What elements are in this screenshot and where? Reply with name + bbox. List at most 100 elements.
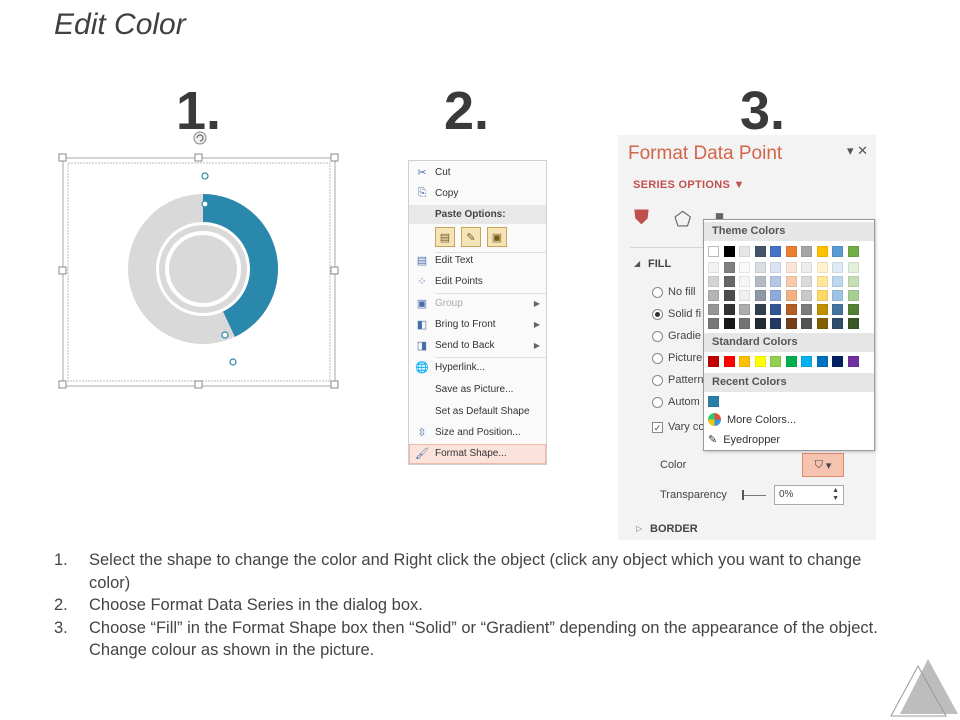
theme-color-swatch[interactable]	[708, 304, 719, 315]
menu-item-bring-to-front[interactable]: ◧ Bring to Front ▶	[409, 315, 546, 334]
theme-color-swatch[interactable]	[754, 262, 766, 273]
theme-color-swatch[interactable]	[754, 246, 766, 257]
menu-item-format-shape[interactable]: 🖌 Format Shape...	[409, 444, 546, 463]
theme-color-swatch[interactable]	[739, 318, 750, 329]
standard-color-swatch[interactable]	[708, 356, 719, 367]
theme-color-swatch[interactable]	[816, 304, 828, 315]
theme-color-swatch[interactable]	[770, 276, 781, 287]
theme-color-swatch[interactable]	[847, 246, 859, 257]
theme-color-swatch[interactable]	[723, 318, 735, 329]
theme-color-swatch[interactable]	[801, 276, 812, 287]
fill-option-no-fill[interactable]: No fill	[652, 286, 696, 298]
theme-color-swatch[interactable]	[832, 318, 843, 329]
theme-color-swatch[interactable]	[770, 262, 781, 273]
fill-option-automatic[interactable]: Autom	[652, 396, 700, 408]
color-picker-button[interactable]: ⛉ ▾	[802, 453, 844, 477]
radio[interactable]	[652, 352, 663, 364]
menu-item-set-default-shape[interactable]: Set as Default Shape	[409, 402, 546, 421]
menu-item-send-to-back[interactable]: ◨ Send to Back ▶	[409, 336, 546, 355]
menu-item-save-as-picture[interactable]: Save as Picture...	[409, 380, 546, 399]
radio[interactable]	[652, 286, 663, 298]
donut-chart[interactable]	[58, 132, 340, 390]
theme-color-swatch[interactable]	[785, 246, 797, 257]
theme-color-swatch[interactable]	[785, 290, 797, 301]
series-options-dropdown[interactable]: SERIES OPTIONS ▼	[633, 179, 745, 191]
theme-color-swatch[interactable]	[723, 246, 735, 257]
theme-color-swatch[interactable]	[816, 276, 828, 287]
theme-color-swatch[interactable]	[801, 318, 812, 329]
theme-color-swatch[interactable]	[708, 246, 719, 257]
standard-color-swatch[interactable]	[723, 356, 735, 367]
collapse-icon[interactable]: ◢	[634, 259, 640, 268]
theme-color-swatch[interactable]	[847, 318, 859, 329]
theme-color-swatch[interactable]	[770, 304, 781, 315]
theme-color-swatch[interactable]	[785, 318, 797, 329]
expand-icon[interactable]: ▷	[636, 524, 642, 533]
standard-color-swatch[interactable]	[785, 356, 797, 367]
transparency-slider-handle[interactable]	[742, 490, 744, 500]
recent-color-swatch[interactable]	[708, 396, 719, 407]
fill-option-gradient[interactable]: Gradie	[652, 330, 701, 342]
theme-color-swatch[interactable]	[723, 290, 735, 301]
donut-selection-panel[interactable]	[58, 132, 340, 390]
standard-color-swatch[interactable]	[816, 356, 828, 367]
theme-color-swatch[interactable]	[739, 262, 750, 273]
theme-color-swatch[interactable]	[832, 262, 843, 273]
standard-color-swatch[interactable]	[754, 356, 766, 367]
theme-color-swatch[interactable]	[754, 290, 766, 301]
theme-color-swatch[interactable]	[723, 276, 735, 287]
paste-keep-formatting-icon[interactable]: ✎	[461, 227, 481, 247]
theme-color-swatch[interactable]	[816, 246, 828, 257]
theme-color-swatch[interactable]	[801, 304, 812, 315]
fill-option-solid[interactable]: Solid fi	[652, 308, 701, 320]
theme-color-swatch[interactable]	[770, 290, 781, 301]
theme-color-swatch[interactable]	[754, 318, 766, 329]
menu-item-hyperlink[interactable]: 🌐 Hyperlink...	[409, 358, 546, 377]
radio[interactable]	[652, 396, 663, 408]
theme-color-swatch[interactable]	[816, 318, 828, 329]
theme-color-swatch[interactable]	[708, 276, 719, 287]
standard-color-swatch[interactable]	[801, 356, 812, 367]
theme-color-swatch[interactable]	[708, 318, 719, 329]
theme-color-swatch[interactable]	[739, 290, 750, 301]
theme-color-swatch[interactable]	[832, 246, 843, 257]
theme-color-swatch[interactable]	[801, 246, 812, 257]
theme-color-swatch[interactable]	[847, 262, 859, 273]
border-section-header[interactable]: BORDER	[650, 523, 698, 535]
theme-color-swatch[interactable]	[801, 290, 812, 301]
menu-item-edit-text[interactable]: ▤ Edit Text	[409, 251, 546, 270]
fill-section-header[interactable]: FILL	[648, 258, 671, 270]
transparency-input[interactable]: 0% ▲ ▼	[774, 485, 844, 505]
effects-tab-icon[interactable]: ⬠	[674, 207, 691, 232]
radio[interactable]	[652, 374, 663, 386]
theme-color-swatch[interactable]	[785, 276, 797, 287]
standard-color-swatch[interactable]	[739, 356, 750, 367]
standard-color-swatch[interactable]	[770, 356, 781, 367]
theme-color-swatch[interactable]	[754, 304, 766, 315]
theme-color-swatch[interactable]	[785, 304, 797, 315]
theme-color-swatch[interactable]	[754, 276, 766, 287]
theme-color-swatch[interactable]	[739, 246, 750, 257]
more-colors-item[interactable]: More Colors...	[708, 413, 796, 426]
theme-color-swatch[interactable]	[739, 276, 750, 287]
eyedropper-item[interactable]: ✎ Eyedropper	[708, 433, 780, 447]
theme-color-swatch[interactable]	[832, 290, 843, 301]
theme-color-swatch[interactable]	[770, 246, 781, 257]
theme-color-swatch[interactable]	[832, 276, 843, 287]
pane-close-controls[interactable]: ▾ ✕	[847, 143, 868, 159]
theme-color-swatch[interactable]	[816, 262, 828, 273]
theme-color-swatch[interactable]	[847, 290, 859, 301]
theme-color-swatch[interactable]	[785, 262, 797, 273]
menu-item-cut[interactable]: ✂ Cut	[409, 163, 546, 182]
theme-color-swatch[interactable]	[832, 304, 843, 315]
rotate-icon[interactable]	[190, 128, 210, 148]
paste-picture-icon[interactable]: ▣	[487, 227, 507, 247]
fill-line-tab-icon[interactable]: ⛊	[634, 207, 649, 230]
theme-color-swatch[interactable]	[723, 262, 735, 273]
theme-color-swatch[interactable]	[816, 290, 828, 301]
standard-color-swatch[interactable]	[832, 356, 843, 367]
theme-color-swatch[interactable]	[801, 262, 812, 273]
radio[interactable]	[652, 330, 663, 342]
theme-color-swatch[interactable]	[847, 276, 859, 287]
fill-option-pattern[interactable]: Pattern	[652, 374, 703, 386]
